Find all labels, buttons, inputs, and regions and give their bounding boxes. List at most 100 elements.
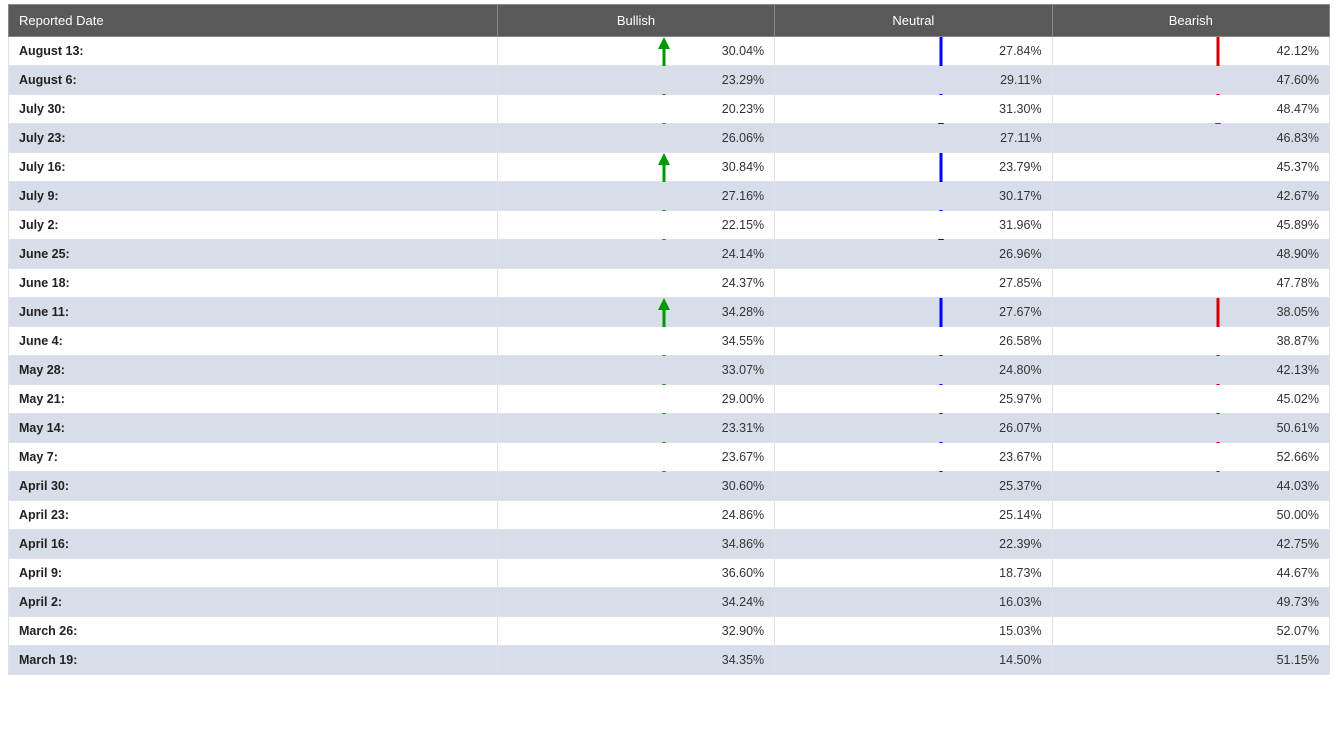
cell-bearish: 47.78% [1052, 269, 1329, 298]
cell-neutral: 14.50% [775, 646, 1052, 675]
cell-bullish: 26.06% [497, 124, 774, 153]
table-row: July 23:26.06%27.11%46.83% [9, 124, 1330, 153]
cell-bearish: 52.66% [1052, 443, 1329, 472]
cell-bearish: 48.47% [1052, 95, 1329, 124]
table-row: June 18:24.37%27.85%47.78% [9, 269, 1330, 298]
cell-bearish: 52.07% [1052, 617, 1329, 646]
cell-date: May 14: [9, 414, 498, 443]
table-row: July 16:30.84%23.79%45.37% [9, 153, 1330, 182]
cell-date: April 16: [9, 530, 498, 559]
cell-date: August 13: [9, 37, 498, 66]
cell-bullish: 23.29% [497, 66, 774, 95]
table-row: July 2:22.15%31.96%45.89% [9, 211, 1330, 240]
table-header-row: Reported Date Bullish Neutral Bearish [9, 5, 1330, 37]
cell-bearish: 51.15% [1052, 646, 1329, 675]
cell-neutral: 30.17% [775, 182, 1052, 211]
table-row: April 23:24.86%25.14%50.00% [9, 501, 1330, 530]
cell-neutral: 22.39% [775, 530, 1052, 559]
cell-bullish: 20.23% [497, 95, 774, 124]
cell-bearish: 44.67% [1052, 559, 1329, 588]
cell-bullish: 23.31% [497, 414, 774, 443]
cell-bullish: 34.86% [497, 530, 774, 559]
table-row: August 13:30.04%27.84%42.12% [9, 37, 1330, 66]
table-row: July 9:27.16%30.17%42.67% [9, 182, 1330, 211]
table-row: June 4:34.55%26.58%38.87% [9, 327, 1330, 356]
cell-bearish: 42.13% [1052, 356, 1329, 385]
cell-bullish: 27.16% [497, 182, 774, 211]
cell-bearish: 45.37% [1052, 153, 1329, 182]
cell-date: March 26: [9, 617, 498, 646]
cell-bearish: 42.75% [1052, 530, 1329, 559]
sentiment-table: Reported Date Bullish Neutral Bearish Au… [8, 4, 1330, 675]
cell-date: April 2: [9, 588, 498, 617]
cell-date: July 23: [9, 124, 498, 153]
cell-date: April 9: [9, 559, 498, 588]
col-header-bearish: Bearish [1052, 5, 1329, 37]
cell-neutral: 16.03% [775, 588, 1052, 617]
cell-bullish: 29.00% [497, 385, 774, 414]
cell-bearish: 49.73% [1052, 588, 1329, 617]
cell-bullish: 33.07% [497, 356, 774, 385]
cell-date: May 28: [9, 356, 498, 385]
table-row: August 6:23.29%29.11%47.60% [9, 66, 1330, 95]
table-row: April 2:34.24%16.03%49.73% [9, 588, 1330, 617]
cell-date: June 25: [9, 240, 498, 269]
table-row: April 30:30.60%25.37%44.03% [9, 472, 1330, 501]
cell-bearish: 48.90% [1052, 240, 1329, 269]
cell-bullish: 24.37% [497, 269, 774, 298]
cell-bearish: 44.03% [1052, 472, 1329, 501]
cell-neutral: 31.30% [775, 95, 1052, 124]
cell-bullish: 23.67% [497, 443, 774, 472]
cell-bullish: 34.24% [497, 588, 774, 617]
cell-bullish: 22.15% [497, 211, 774, 240]
cell-bullish: 32.90% [497, 617, 774, 646]
cell-neutral: 31.96% [775, 211, 1052, 240]
table-row: May 21:29.00%25.97%45.02% [9, 385, 1330, 414]
cell-neutral: 23.79% [775, 153, 1052, 182]
cell-bullish: 30.04% [497, 37, 774, 66]
cell-date: July 30: [9, 95, 498, 124]
col-header-bullish: Bullish [497, 5, 774, 37]
cell-bearish: 42.12% [1052, 37, 1329, 66]
cell-bearish: 38.87% [1052, 327, 1329, 356]
cell-bearish: 42.67% [1052, 182, 1329, 211]
cell-date: July 16: [9, 153, 498, 182]
cell-date: June 11: [9, 298, 498, 327]
cell-date: April 23: [9, 501, 498, 530]
cell-bullish: 34.28% [497, 298, 774, 327]
cell-bullish: 24.86% [497, 501, 774, 530]
cell-bearish: 50.61% [1052, 414, 1329, 443]
cell-date: June 4: [9, 327, 498, 356]
cell-bearish: 45.02% [1052, 385, 1329, 414]
cell-neutral: 15.03% [775, 617, 1052, 646]
cell-bearish: 47.60% [1052, 66, 1329, 95]
cell-neutral: 23.67% [775, 443, 1052, 472]
cell-date: August 6: [9, 66, 498, 95]
cell-bullish: 30.84% [497, 153, 774, 182]
cell-bearish: 46.83% [1052, 124, 1329, 153]
cell-neutral: 18.73% [775, 559, 1052, 588]
cell-neutral: 27.67% [775, 298, 1052, 327]
col-header-date: Reported Date [9, 5, 498, 37]
table-row: July 30:20.23%31.30%48.47% [9, 95, 1330, 124]
cell-neutral: 25.14% [775, 501, 1052, 530]
table-row: March 19:34.35%14.50%51.15% [9, 646, 1330, 675]
cell-bearish: 38.05% [1052, 298, 1329, 327]
cell-date: July 9: [9, 182, 498, 211]
cell-date: April 30: [9, 472, 498, 501]
cell-date: March 19: [9, 646, 498, 675]
cell-neutral: 26.58% [775, 327, 1052, 356]
cell-bearish: 45.89% [1052, 211, 1329, 240]
cell-neutral: 25.37% [775, 472, 1052, 501]
cell-bullish: 30.60% [497, 472, 774, 501]
table-row: April 9:36.60%18.73%44.67% [9, 559, 1330, 588]
table-row: June 11:34.28%27.67%38.05% [9, 298, 1330, 327]
cell-bearish: 50.00% [1052, 501, 1329, 530]
cell-date: June 18: [9, 269, 498, 298]
table-row: April 16:34.86%22.39%42.75% [9, 530, 1330, 559]
cell-bullish: 34.35% [497, 646, 774, 675]
cell-bullish: 24.14% [497, 240, 774, 269]
cell-neutral: 26.07% [775, 414, 1052, 443]
cell-neutral: 29.11% [775, 66, 1052, 95]
cell-neutral: 27.85% [775, 269, 1052, 298]
